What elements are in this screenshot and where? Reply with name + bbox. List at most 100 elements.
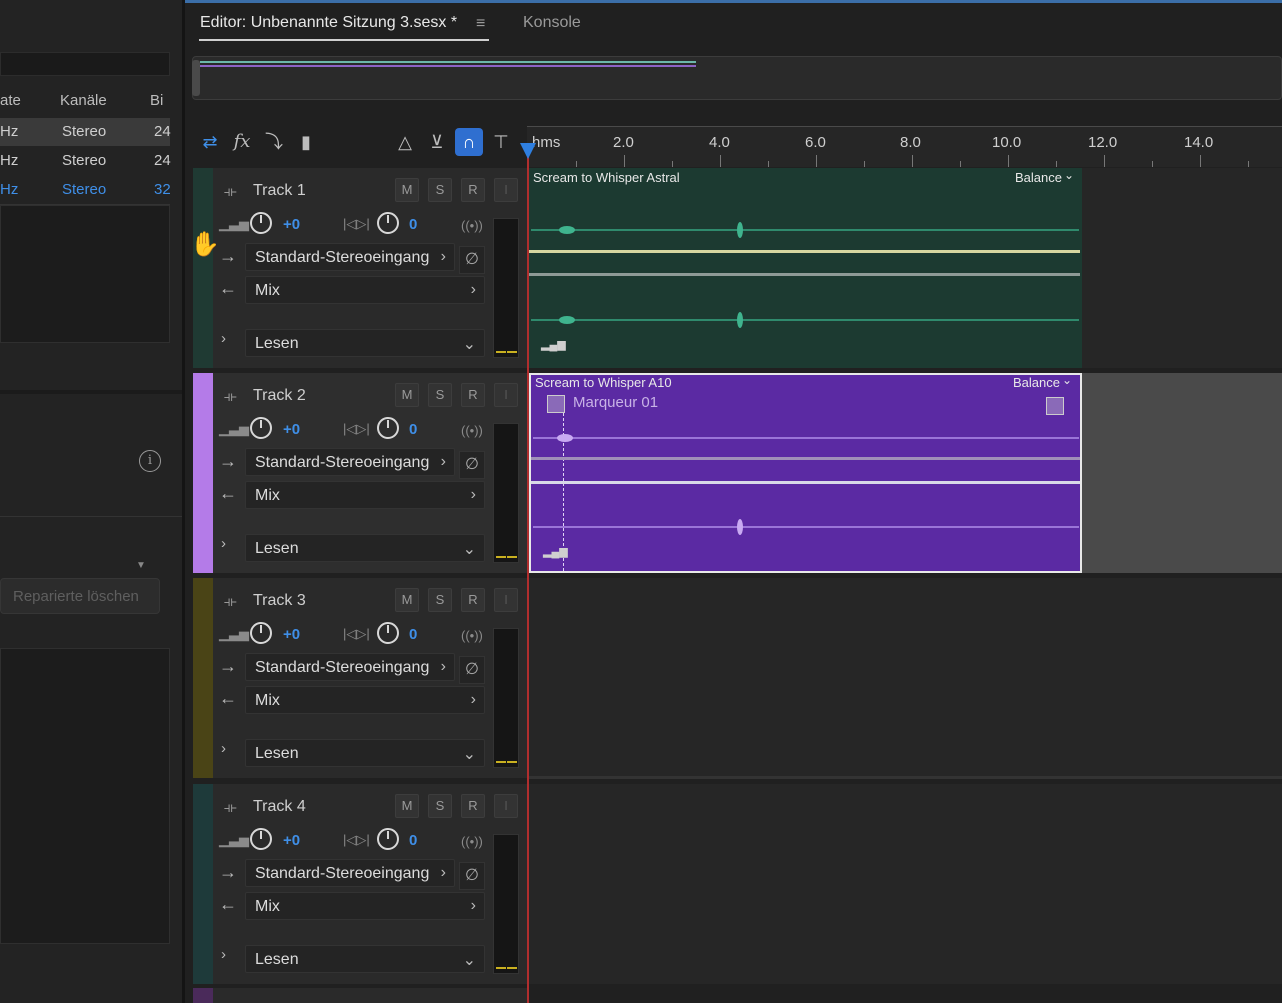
fade-in-handle[interactable]: [547, 395, 565, 413]
volume-envelope[interactable]: [529, 250, 1080, 253]
pan-value[interactable]: 0: [409, 216, 417, 233]
expand-chevron-icon[interactable]: ›: [221, 330, 226, 347]
meter-bars-icon[interactable]: ▮: [292, 128, 320, 156]
track-header-2[interactable]: ⟛ Track 2 M S R I ▁▃▅ +0 |◁▷| 0 ((•)) → …: [193, 373, 527, 573]
col-header-channels[interactable]: Kanäle: [60, 92, 107, 109]
delete-repaired-button[interactable]: Reparierte löschen: [0, 578, 160, 614]
record-button[interactable]: R: [461, 178, 485, 202]
punch-icon[interactable]: ⊻: [423, 128, 451, 156]
marker-label[interactable]: Marqueur 01: [573, 394, 658, 411]
stereo-icon[interactable]: ((•)): [461, 628, 483, 643]
track-color-strip[interactable]: [193, 373, 213, 573]
file-row[interactable]: Hz Stereo 24: [0, 118, 171, 146]
track-color-strip[interactable]: [193, 988, 213, 1003]
volume-knob[interactable]: [250, 622, 272, 644]
volume-knob[interactable]: [250, 212, 272, 234]
pan-value[interactable]: 0: [409, 421, 417, 438]
pan-knob[interactable]: [377, 828, 399, 850]
track-header-4[interactable]: ⟛ Track 4 M S R I ▁▃▅ +0 |◁▷| 0 ((•)) → …: [193, 784, 527, 984]
record-button[interactable]: R: [461, 794, 485, 818]
col-header-bits[interactable]: Bi: [150, 92, 163, 109]
pan-value[interactable]: 0: [409, 626, 417, 643]
track-header-3[interactable]: ⟛ Track 3 M S R I ▁▃▅ +0 |◁▷| 0 ((•)) → …: [193, 578, 527, 778]
stereo-icon[interactable]: ((•)): [461, 834, 483, 849]
record-button[interactable]: R: [461, 588, 485, 612]
chevron-down-icon[interactable]: ⌄: [1062, 373, 1072, 387]
output-select[interactable]: Mix ›: [245, 686, 485, 714]
clip-balance-label[interactable]: Balance: [1015, 170, 1062, 185]
track-name[interactable]: Track 1: [253, 182, 306, 200]
automation-select[interactable]: Lesen ⌄: [245, 329, 485, 357]
automation-select[interactable]: Lesen ⌄: [245, 534, 485, 562]
switch-arrows-icon[interactable]: ⇄: [196, 128, 224, 156]
tab-menu-icon[interactable]: ≡: [476, 15, 485, 33]
monitor-input-button[interactable]: I: [494, 383, 518, 407]
solo-button[interactable]: S: [428, 794, 452, 818]
pan-knob[interactable]: [377, 622, 399, 644]
monitor-input-button[interactable]: I: [494, 794, 518, 818]
chevron-down-icon[interactable]: ▼: [136, 560, 146, 571]
snap-magnet-icon[interactable]: ∩: [455, 128, 483, 156]
expand-chevron-icon[interactable]: ›: [221, 740, 226, 757]
fx-icon[interactable]: fx: [228, 128, 256, 156]
clip-gain-icon[interactable]: ▂▄▆: [541, 338, 566, 351]
overview-scroll-handle[interactable]: [192, 60, 200, 96]
col-header-rate[interactable]: ate: [0, 92, 21, 109]
playhead-handle[interactable]: [520, 143, 536, 159]
track-color-strip[interactable]: [193, 784, 213, 984]
input-select[interactable]: Standard-Stereoeingang ›: [245, 243, 455, 271]
mute-button[interactable]: M: [395, 794, 419, 818]
input-select[interactable]: Standard-Stereoeingang ›: [245, 859, 455, 887]
pan-knob[interactable]: [377, 212, 399, 234]
audio-clip[interactable]: Scream to Whisper Astral Balance ⌄ ▂▄▆: [529, 168, 1082, 368]
playhead-line[interactable]: [527, 150, 529, 1003]
volume-value[interactable]: +0: [283, 421, 300, 438]
pan-knob[interactable]: [377, 417, 399, 439]
output-select[interactable]: Mix ›: [245, 892, 485, 920]
pan-value[interactable]: 0: [409, 832, 417, 849]
expand-chevron-icon[interactable]: ›: [221, 946, 226, 963]
solo-button[interactable]: S: [428, 178, 452, 202]
automation-select[interactable]: Lesen ⌄: [245, 945, 485, 973]
tab-editor[interactable]: Editor: Unbenannte Sitzung 3.sesx *: [200, 14, 457, 32]
chevron-down-icon[interactable]: ⌄: [1064, 168, 1074, 182]
files-search-bar[interactable]: [0, 52, 170, 76]
mute-button[interactable]: M: [395, 383, 419, 407]
phase-invert-icon[interactable]: ∅: [459, 451, 485, 479]
volume-envelope[interactable]: [531, 457, 1080, 460]
track-color-strip[interactable]: [193, 578, 213, 778]
mute-button[interactable]: M: [395, 178, 419, 202]
track-name[interactable]: Track 4: [253, 798, 306, 816]
file-row[interactable]: Hz Stereo 24: [0, 147, 171, 175]
stereo-icon[interactable]: ((•)): [461, 423, 483, 438]
expand-chevron-icon[interactable]: ›: [221, 535, 226, 552]
input-select[interactable]: Standard-Stereoeingang ›: [245, 448, 455, 476]
phase-invert-icon[interactable]: ∅: [459, 656, 485, 684]
track-color-strip[interactable]: [193, 168, 213, 368]
phase-invert-icon[interactable]: ∅: [459, 246, 485, 274]
monitor-input-button[interactable]: I: [494, 178, 518, 202]
phase-invert-icon[interactable]: ∅: [459, 862, 485, 890]
track-name[interactable]: Track 3: [253, 592, 306, 610]
fade-out-handle[interactable]: [1046, 397, 1064, 415]
track-name[interactable]: Track 2: [253, 387, 306, 405]
volume-value[interactable]: +0: [283, 216, 300, 233]
info-icon[interactable]: i: [139, 450, 161, 472]
time-ruler[interactable]: hms 2.0 4.0 6.0 8.0 10.0 12.0 14.0: [527, 126, 1282, 167]
record-button[interactable]: R: [461, 383, 485, 407]
clip-balance-label[interactable]: Balance: [1013, 375, 1060, 390]
stereo-icon[interactable]: ((•)): [461, 218, 483, 233]
output-select[interactable]: Mix ›: [245, 481, 485, 509]
clip-gain-icon[interactable]: ▂▄▆: [543, 545, 568, 558]
routing-icon[interactable]: ⤵: [260, 128, 288, 156]
monitor-input-button[interactable]: I: [494, 588, 518, 612]
volume-value[interactable]: +0: [283, 626, 300, 643]
tab-console[interactable]: Konsole: [523, 14, 581, 32]
solo-button[interactable]: S: [428, 588, 452, 612]
audio-clip-selected[interactable]: Scream to Whisper A10 Balance ⌄ Marqueur…: [529, 373, 1082, 573]
input-select[interactable]: Standard-Stereoeingang ›: [245, 653, 455, 681]
output-select[interactable]: Mix ›: [245, 276, 485, 304]
file-row[interactable]: Hz Stereo 32: [0, 176, 171, 205]
automation-select[interactable]: Lesen ⌄: [245, 739, 485, 767]
solo-button[interactable]: S: [428, 383, 452, 407]
